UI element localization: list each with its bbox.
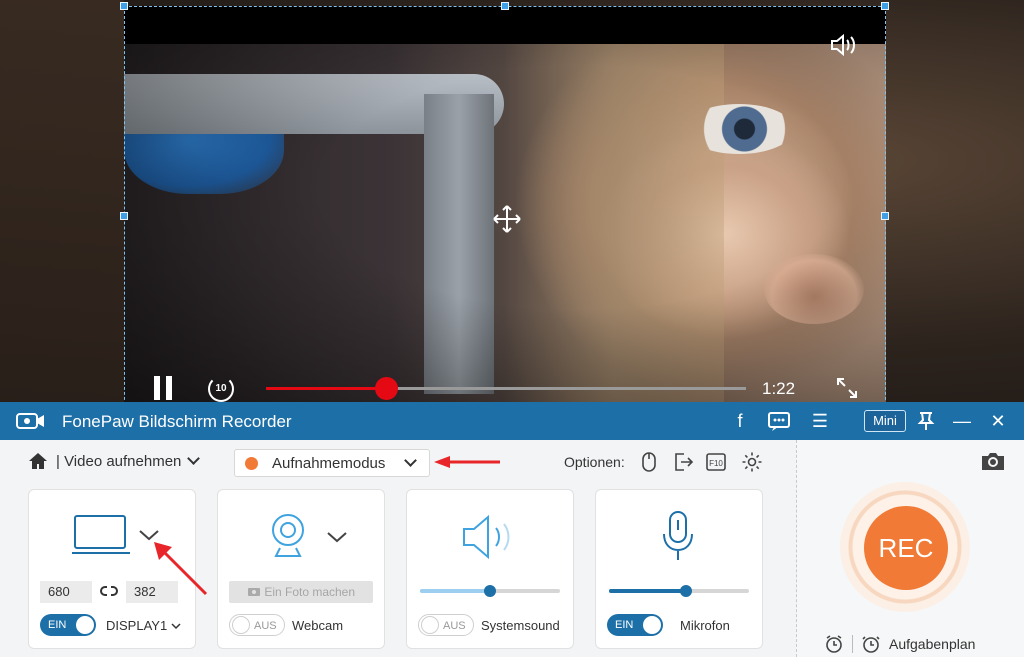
schedule-row[interactable]: Aufgabenplan [824,634,975,654]
video-progress-knob[interactable] [375,377,398,400]
display-toggle[interactable]: EIN [40,614,96,636]
schedule-clock-icon[interactable] [861,634,881,654]
system-sound-slider-thumb[interactable] [484,585,496,597]
resize-handle-right[interactable] [881,212,889,220]
recording-mode-label: Aufnahmemodus [272,454,386,472]
take-photo-label: Ein Foto machen [264,585,356,599]
speaker-icon[interactable] [462,514,518,565]
toggle-knob [76,616,94,634]
microphone-label: Mikrofon [680,618,730,633]
replay-10-icon[interactable]: 10 [208,376,234,402]
app-title: FonePaw Bildschirm Recorder [62,412,292,431]
monitor-icon[interactable] [72,514,130,561]
feedback-icon[interactable] [765,408,793,434]
webcam-toggle-label: AUS [254,620,277,632]
recording-mode-dot [245,456,258,470]
recording-mode-select[interactable]: Aufnahmemodus [234,449,430,477]
fullscreen-icon[interactable] [836,377,858,399]
microphone-slider-thumb[interactable] [680,585,692,597]
chevron-down-icon [404,454,417,467]
display-toggle-label: EIN [48,619,67,631]
microphone-toggle-label: EIN [615,619,634,631]
camera-logo-icon [16,411,46,431]
screenshot-camera-icon[interactable] [980,451,1006,471]
mouse-icon[interactable] [638,451,660,473]
mini-button[interactable]: Mini [864,410,906,432]
resize-handle-left[interactable] [120,212,128,220]
mode-nav[interactable]: | Video aufnehmen [28,452,201,470]
options-label: Optionen: [564,454,625,470]
microphone-slider-fill [609,589,686,593]
webcam-icon[interactable] [270,512,306,565]
resize-handle-top[interactable] [501,2,509,10]
webcam-label: Webcam [292,618,344,633]
annotation-arrow-icon [434,456,500,468]
home-icon[interactable] [28,452,48,470]
pause-icon[interactable] [152,376,174,400]
close-icon[interactable]: ✕ [984,408,1012,434]
pin-icon[interactable] [912,408,940,434]
resize-handle-top-left[interactable] [120,2,128,10]
video-progress-bar[interactable] [266,377,746,400]
toggle-knob [232,616,250,634]
microphone-slider[interactable] [609,585,749,597]
webcam-toggle[interactable]: AUS [229,614,285,636]
display-source-select[interactable]: DISPLAY1 [106,618,181,633]
microphone-icon[interactable] [660,510,696,569]
video-time: 1:22 [762,379,796,398]
toggle-knob [421,616,439,634]
height-field[interactable]: 382 [126,581,178,603]
toggle-knob [643,616,661,634]
app-titlebar: FonePaw Bildschirm Recorder f ☰ Mini — ✕ [0,402,1024,440]
move-icon[interactable] [492,204,522,234]
menu-icon[interactable]: ☰ [806,408,834,434]
chevron-down-icon [171,623,181,630]
system-sound-toggle-label: AUS [443,620,466,632]
video-progress-played [266,387,386,390]
minimize-icon[interactable]: — [948,408,976,434]
system-sound-toggle[interactable]: AUS [418,614,474,636]
resize-handle-top-right[interactable] [881,2,889,10]
chevron-down-icon[interactable] [326,530,348,548]
system-sound-slider-fill [420,589,490,593]
svg-text:F10: F10 [709,459,723,468]
schedule-label: Aufgabenplan [889,636,976,652]
export-icon[interactable] [672,451,694,473]
alarm-clock-icon[interactable] [824,634,844,654]
divider [852,635,853,653]
microphone-toggle[interactable]: EIN [607,614,663,636]
background-video-left [0,0,124,402]
system-sound-slider[interactable] [420,585,560,597]
mode-label[interactable]: | Video aufnehmen [56,453,181,470]
link-icon[interactable] [100,583,118,604]
facebook-icon[interactable]: f [726,408,754,434]
hotkey-icon[interactable]: F10 [705,451,727,473]
chevron-down-icon[interactable] [187,452,201,465]
rec-button[interactable]: REC [864,506,948,590]
take-photo-button[interactable]: Ein Foto machen [229,581,373,603]
display-source-label: DISPLAY1 [106,618,168,633]
camera-icon [247,588,260,596]
system-sound-label: Systemsound [481,618,560,633]
volume-icon[interactable] [830,33,858,57]
width-field[interactable]: 680 [40,581,92,603]
gear-icon[interactable] [741,451,763,473]
